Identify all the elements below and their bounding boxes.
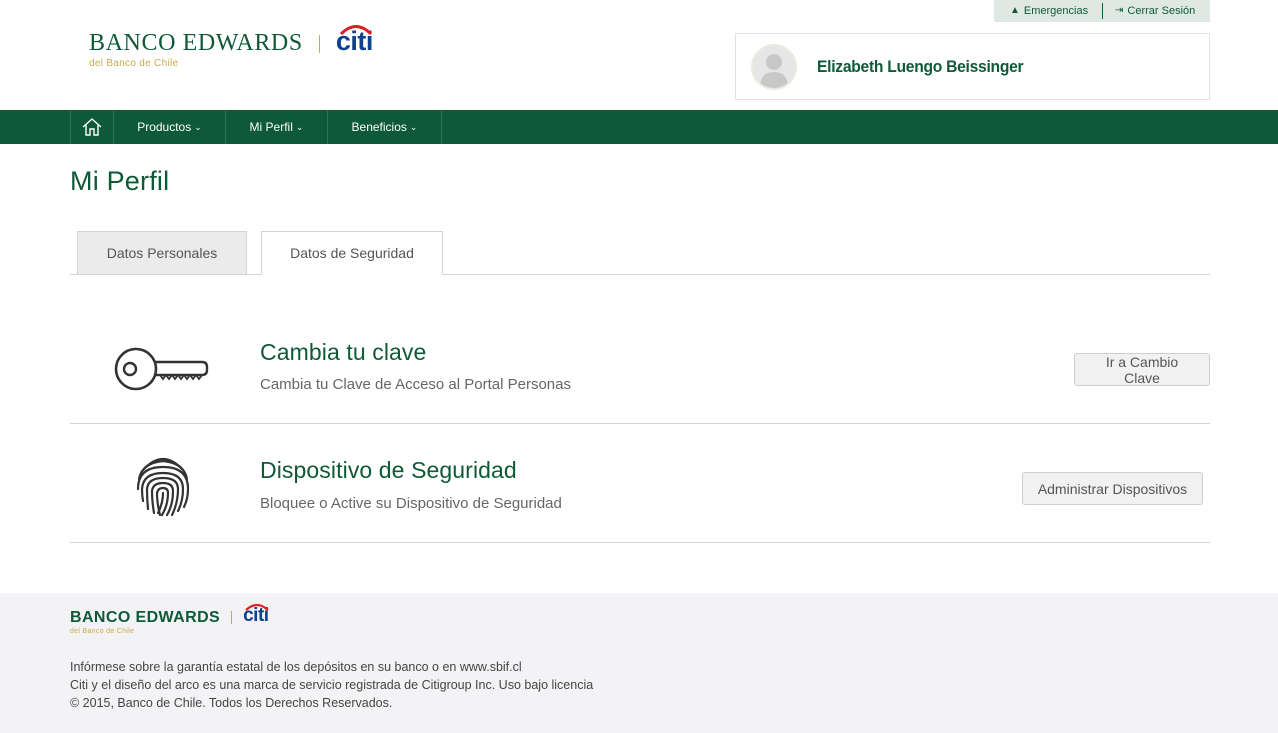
footer-bank-logo: BANCO EDWARDS citi del Banco de Chile: [70, 603, 269, 635]
key-icon: [114, 345, 210, 398]
citi-arc-icon: [338, 21, 374, 35]
user-silhouette-icon: [760, 53, 788, 88]
cerrar-sesion-link[interactable]: ⇥ Cerrar Sesión: [1115, 5, 1195, 17]
citi-logo: citi: [336, 25, 373, 55]
footer-bank-subtitle: del Banco de Chile: [70, 628, 135, 635]
header: BANCO EDWARDS citi del Banco de Chile ▲ …: [0, 0, 1278, 110]
fingerprint-icon: [134, 455, 192, 522]
bank-logo[interactable]: BANCO EDWARDS citi del Banco de Chile: [89, 25, 373, 69]
footer-line: © 2015, Banco de Chile. Todos los Derech…: [70, 696, 393, 710]
section-description: Bloquee o Active su Dispositivo de Segur…: [260, 495, 562, 512]
section-dispositivo-seguridad: Dispositivo de Seguridad Bloquee o Activ…: [70, 424, 1210, 543]
logout-icon: ⇥: [1115, 5, 1124, 16]
administrar-dispositivos-button[interactable]: Administrar Dispositivos: [1022, 472, 1203, 505]
footer-line: Citi y el diseño del arco es una marca d…: [70, 678, 594, 692]
bank-subtitle: del Banco de Chile: [89, 58, 179, 69]
footer: BANCO EDWARDS citi del Banco de Chile In…: [0, 593, 1278, 733]
section-title: Cambia tu clave: [260, 339, 427, 365]
footer-bank-name: BANCO EDWARDS: [70, 608, 221, 626]
footer-text: Infórmese sobre la garantía estatal de l…: [70, 658, 593, 712]
warning-icon: ▲: [1010, 5, 1020, 16]
nav-beneficios[interactable]: Beneficios ⌄: [328, 110, 442, 144]
tab-datos-personales[interactable]: Datos Personales: [77, 231, 247, 274]
top-links-bar: ▲ Emergencias ⇥ Cerrar Sesión: [994, 0, 1210, 22]
section-title: Dispositivo de Seguridad: [260, 457, 517, 483]
logo-divider: [318, 34, 320, 53]
top-links-divider: [1102, 3, 1103, 19]
tabs-divider: [70, 274, 1210, 275]
section-description: Cambia tu Clave de Acceso al Portal Pers…: [260, 376, 571, 393]
user-name: Elizabeth Luengo Beissinger: [817, 56, 1024, 76]
nav-productos[interactable]: Productos ⌄: [114, 110, 226, 144]
chevron-down-icon: ⌄: [194, 121, 202, 132]
section-cambia-clave: Cambia tu clave Cambia tu Clave de Acces…: [70, 305, 1210, 424]
bank-name: BANCO EDWARDS: [89, 30, 303, 56]
user-profile-box[interactable]: Elizabeth Luengo Beissinger: [735, 33, 1210, 100]
chevron-down-icon: ⌄: [409, 121, 418, 132]
footer-line: Infórmese sobre la garantía estatal de l…: [70, 660, 522, 674]
citi-arc-icon: [244, 601, 270, 611]
chevron-down-icon: ⌄: [295, 121, 304, 132]
home-icon: [82, 118, 102, 136]
avatar: [751, 43, 797, 90]
nav-home[interactable]: [71, 110, 114, 144]
main-nav: Productos ⌄ Mi Perfil ⌄ Beneficios ⌄: [0, 110, 1278, 144]
ir-a-cambio-clave-button[interactable]: Ir a Cambio Clave: [1074, 353, 1210, 386]
tab-datos-de-seguridad[interactable]: Datos de Seguridad: [261, 231, 443, 275]
citi-logo: citi: [243, 603, 269, 625]
page-title: Mi Perfil: [70, 166, 170, 196]
emergencias-link[interactable]: ▲ Emergencias: [994, 5, 1102, 17]
logo-divider: [231, 611, 233, 624]
nav-mi-perfil[interactable]: Mi Perfil ⌄: [226, 110, 328, 144]
